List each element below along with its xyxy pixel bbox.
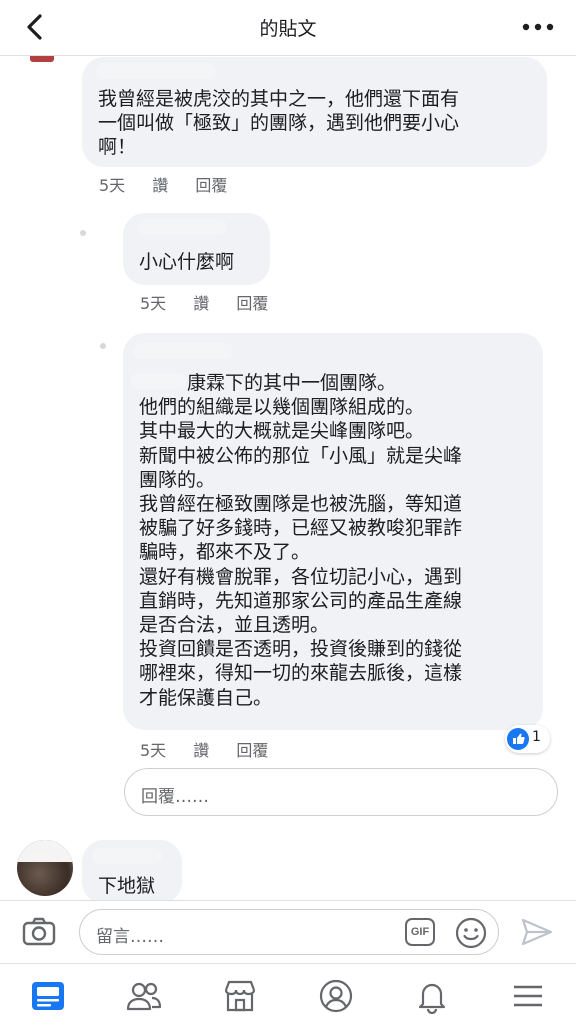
profile-icon[interactable] <box>318 978 354 1014</box>
comment-time: 5天 <box>140 741 167 760</box>
news-feed-icon[interactable] <box>30 978 66 1014</box>
page-title: 的貼文 <box>259 18 317 40</box>
comment-bubble: 康霖下的其中一個團隊。 他們的組織是以幾個團隊組成的。 其中最大的大概就是尖峰團… <box>123 333 543 730</box>
friends-icon[interactable] <box>126 978 162 1014</box>
comment-placeholder: 留言…… <box>96 927 164 947</box>
reply-placeholder: 回覆…… <box>141 787 209 807</box>
header-bar: 的貼文 <box>0 0 576 56</box>
like-button[interactable]: 讚 <box>152 176 168 195</box>
like-reaction-icon <box>507 728 529 750</box>
redacted-name <box>96 63 216 79</box>
redacted-name <box>92 848 162 864</box>
reply-input[interactable]: 回覆…… <box>124 768 558 816</box>
reply-button[interactable]: 回覆 <box>236 741 268 760</box>
like-button[interactable]: 讚 <box>193 294 209 313</box>
reply-button[interactable]: 回覆 <box>236 294 268 313</box>
comment-bubble: 我曾經是被虎洨的其中之一，他們還下面有 一個叫做「極致」的團隊，遇到他們要小心 … <box>82 57 547 167</box>
comment-meta: 5天 讚 回覆 <box>99 172 249 196</box>
comment-text: 康霖下的其中一個團隊。 他們的組織是以幾個團隊組成的。 其中最大的大概就是尖峰團… <box>139 371 539 710</box>
reply-button[interactable]: 回覆 <box>195 176 227 195</box>
comment-line: 被騙了好多錢時，已經又被教唆犯罪詐 <box>139 517 463 540</box>
camera-icon[interactable] <box>22 917 56 947</box>
comment-bubble: 下地獄 <box>82 840 182 904</box>
comment-composer: 留言…… GIF <box>0 900 576 963</box>
marketplace-icon[interactable] <box>222 978 258 1014</box>
more-options-icon[interactable] <box>520 17 556 37</box>
comment-bubble: 小心什麼啊 <box>123 213 270 285</box>
comment-line: 我曾經是被虎洨的其中之一，他們還下面有 <box>98 88 460 110</box>
avatar[interactable] <box>100 343 106 349</box>
comment-line: 一個叫做「極致」的團隊，遇到他們要小心 <box>98 112 460 134</box>
comment-line: 是否合法，並且透明。 <box>139 614 330 637</box>
comment-line: 投資回饋是否透明，投資後賺到的錢從 <box>139 638 463 661</box>
comment-line: 新聞中被公佈的那位「小風」就是尖峰 <box>139 444 463 467</box>
comment-line: 還好有機會脫罪，各位切記小心，遇到 <box>139 565 463 588</box>
like-button[interactable]: 讚 <box>193 741 209 760</box>
comment-time: 5天 <box>140 294 167 313</box>
send-icon[interactable] <box>520 917 554 947</box>
comment-text: 我曾經是被虎洨的其中之一，他們還下面有 一個叫做「極致」的團隊，遇到他們要小心 … <box>98 87 538 159</box>
comment-input[interactable]: 留言…… GIF <box>79 909 499 955</box>
comment-line: 他們的組織是以幾個團隊組成的。 <box>139 396 425 419</box>
emoji-icon[interactable] <box>455 917 487 949</box>
comment-line: 團隊的。 <box>139 468 216 491</box>
comment-line: 啊！ <box>98 136 137 158</box>
comment-text: 小心什麼啊 <box>139 251 235 273</box>
gif-button[interactable]: GIF <box>405 918 435 946</box>
comment-line: 我曾經在極致團隊是也被洗腦，等知道 <box>139 493 463 516</box>
comment-text: 下地獄 <box>98 875 156 897</box>
comment-line: 康霖下的其中一個團隊。 <box>187 372 397 394</box>
comment-meta: 5天 讚 回覆 <box>140 290 290 314</box>
comment-line: 才能保護自己。 <box>139 686 273 709</box>
notifications-icon[interactable] <box>414 978 450 1014</box>
reaction-badge[interactable]: 1 <box>505 725 550 753</box>
avatar[interactable] <box>30 56 54 62</box>
comment-line: 直銷時，先知道那家公司的產品生產線 <box>139 589 463 612</box>
redacted-name <box>137 219 227 235</box>
reaction-count: 1 <box>532 729 541 745</box>
comment-time: 5天 <box>99 176 126 195</box>
comment-line: 騙時，都來不及了。 <box>139 541 311 564</box>
comment-meta: 5天 讚 回覆 <box>140 737 290 761</box>
menu-icon[interactable] <box>510 978 546 1014</box>
bottom-tab-bar <box>0 963 576 1026</box>
comment-line: 其中最大的大概就是尖峰團隊吧。 <box>139 420 425 443</box>
redacted-name <box>133 343 233 359</box>
avatar[interactable] <box>80 230 86 236</box>
comment-line: 哪裡來，得知一切的來龍去脈後，這樣 <box>139 662 463 685</box>
avatar[interactable] <box>17 840 73 896</box>
